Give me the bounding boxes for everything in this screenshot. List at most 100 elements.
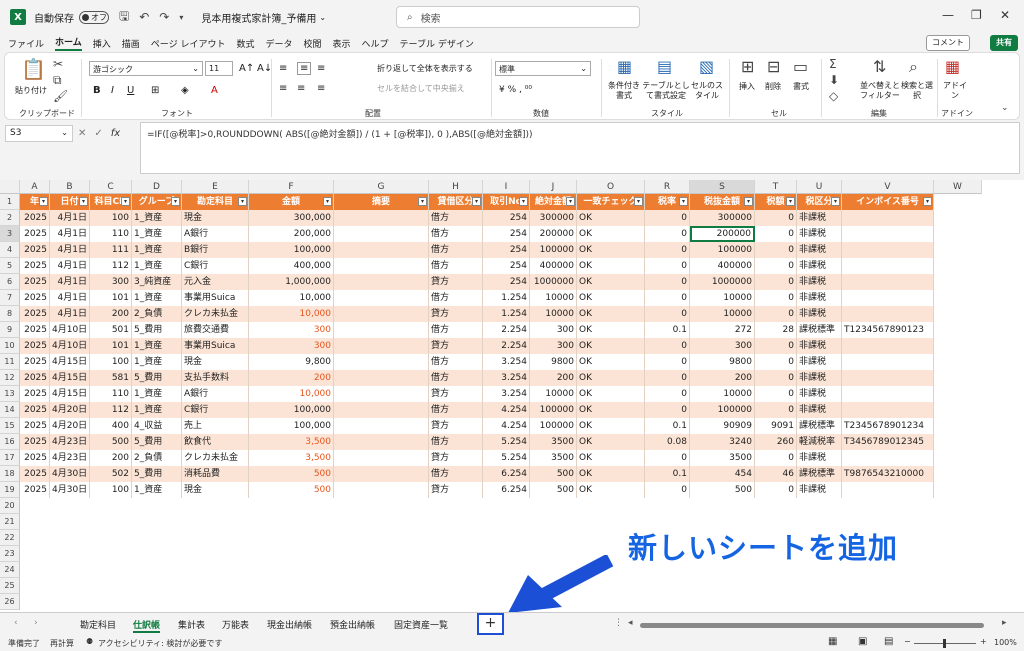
filter-dropdown-icon[interactable]: ▾ xyxy=(923,197,932,206)
table-cell[interactable]: 0 xyxy=(645,242,690,258)
table-cell[interactable]: 9800 xyxy=(530,354,577,370)
table-cell[interactable]: 非課税 xyxy=(797,482,842,498)
fill-color-icon[interactable]: ◈ xyxy=(181,85,189,96)
table-cell[interactable]: 4月1日 xyxy=(50,210,90,226)
table-cell[interactable]: OK xyxy=(577,386,645,402)
table-cell[interactable]: 貸方 xyxy=(429,386,483,402)
clear-icon[interactable]: ◇ xyxy=(829,89,838,103)
table-cell[interactable]: 100000 xyxy=(530,418,577,434)
table-cell[interactable]: 454 xyxy=(690,466,755,482)
table-cell[interactable]: 5_費用 xyxy=(132,322,182,338)
table-cell[interactable]: 100000 xyxy=(530,242,577,258)
insert-function-icon[interactable]: fx xyxy=(111,128,120,139)
font-size-select[interactable]: 11 xyxy=(205,61,233,76)
column-header[interactable]: U xyxy=(797,180,842,194)
table-cell[interactable]: 10000 xyxy=(530,306,577,322)
copy-icon[interactable]: ⧉ xyxy=(53,73,62,88)
table-cell[interactable]: OK xyxy=(577,226,645,242)
filter-dropdown-icon[interactable]: ▾ xyxy=(472,197,481,206)
scroll-left-icon[interactable]: ◂ xyxy=(628,618,633,628)
tab-review[interactable]: 校閲 xyxy=(304,37,322,50)
zoom-out-icon[interactable]: − xyxy=(904,637,911,646)
table-cell[interactable] xyxy=(334,386,429,402)
table-cell[interactable]: 110 xyxy=(90,226,132,242)
format-as-table-icon[interactable]: ▤ xyxy=(657,57,672,76)
table-cell[interactable]: 1_資産 xyxy=(132,354,182,370)
table-cell[interactable] xyxy=(842,354,934,370)
status-recalc[interactable]: 再計算 xyxy=(50,638,74,649)
table-cell[interactable]: 3500 xyxy=(530,450,577,466)
table-cell[interactable]: 貸方 xyxy=(429,274,483,290)
table-cell[interactable]: 4月15日 xyxy=(50,386,90,402)
wrap-text-button[interactable]: 折り返して全体を表示する xyxy=(377,63,473,74)
table-cell[interactable]: 4月1日 xyxy=(50,242,90,258)
align-center-icon[interactable]: ≡ xyxy=(297,83,305,94)
filter-dropdown-icon[interactable]: ▾ xyxy=(323,197,332,206)
row-header[interactable]: 25 xyxy=(0,578,20,594)
font-name-select[interactable]: 游ゴシック ⌄ xyxy=(89,61,203,76)
table-cell[interactable] xyxy=(842,210,934,226)
table-cell[interactable]: OK xyxy=(577,290,645,306)
zoom-level[interactable]: 100% xyxy=(994,638,1017,647)
border-icon[interactable]: ⊞ xyxy=(151,85,159,96)
close-icon[interactable]: ✕ xyxy=(1000,8,1010,22)
cell-style-button[interactable]: セルのスタイル xyxy=(689,81,725,101)
tab-help[interactable]: ヘルプ xyxy=(362,37,389,50)
table-cell[interactable]: 非課税 xyxy=(797,338,842,354)
row-header[interactable]: 8 xyxy=(0,306,20,322)
table-cell[interactable]: 2_負債 xyxy=(132,306,182,322)
table-cell[interactable] xyxy=(334,210,429,226)
merge-center-button[interactable]: セルを結合して中央揃え xyxy=(377,83,465,94)
tab-view[interactable]: 表示 xyxy=(333,37,351,50)
filter-dropdown-icon[interactable]: ▾ xyxy=(238,197,247,206)
more-options-icon[interactable]: ⋮ xyxy=(614,618,623,628)
table-cell[interactable] xyxy=(334,450,429,466)
table-cell[interactable]: 3,500 xyxy=(249,450,334,466)
table-cell[interactable]: A銀行 xyxy=(182,386,249,402)
table-cell[interactable]: 10000 xyxy=(530,290,577,306)
table-cell[interactable]: 101 xyxy=(90,338,132,354)
table-cell[interactable]: 非課税 xyxy=(797,258,842,274)
table-cell[interactable]: 借方 xyxy=(429,210,483,226)
table-cell[interactable] xyxy=(842,482,934,498)
table-cell[interactable]: 現金 xyxy=(182,354,249,370)
table-cell[interactable]: 非課税 xyxy=(797,402,842,418)
table-cell[interactable] xyxy=(842,306,934,322)
table-cell[interactable]: 0 xyxy=(645,306,690,322)
row-header[interactable]: 19 xyxy=(0,482,20,498)
table-cell[interactable]: 0 xyxy=(755,450,797,466)
insert-cells-icon[interactable]: ⊞ xyxy=(741,57,754,76)
table-header-cell[interactable]: 年 ▾ xyxy=(20,194,50,210)
column-header[interactable]: C xyxy=(90,180,132,194)
row-header[interactable]: 20 xyxy=(0,498,20,514)
autosave-toggle[interactable]: オフ xyxy=(79,10,109,24)
table-cell[interactable]: 軽減税率 xyxy=(797,434,842,450)
prev-sheet-icon[interactable]: ‹ xyxy=(14,618,18,628)
table-cell[interactable]: 300 xyxy=(249,322,334,338)
table-cell[interactable] xyxy=(334,434,429,450)
table-cell[interactable]: 1000000 xyxy=(530,274,577,290)
table-cell[interactable]: 借方 xyxy=(429,370,483,386)
search-box[interactable]: ⌕ 検索 xyxy=(396,6,640,28)
table-header-cell[interactable]: 勘定科目 ▾ xyxy=(182,194,249,210)
table-cell[interactable]: 非課税 xyxy=(797,274,842,290)
align-bottom-icon[interactable]: ≡ xyxy=(317,63,325,74)
cut-icon[interactable]: ✂ xyxy=(53,57,63,71)
table-header-cell[interactable]: 摘要 ▾ xyxy=(334,194,429,210)
row-header[interactable]: 5 xyxy=(0,258,20,274)
tab-page-layout[interactable]: ページ レイアウト xyxy=(151,37,226,50)
column-header[interactable]: A xyxy=(20,180,50,194)
table-cell[interactable]: 事業用Suica xyxy=(182,290,249,306)
table-header-cell[interactable]: 一致チェック ▾ xyxy=(577,194,645,210)
table-cell[interactable]: 112 xyxy=(90,402,132,418)
table-cell[interactable]: 0 xyxy=(755,306,797,322)
table-cell[interactable]: 260 xyxy=(755,434,797,450)
row-header[interactable]: 3 xyxy=(0,226,20,242)
table-cell[interactable]: 10000 xyxy=(690,386,755,402)
table-cell[interactable]: 272 xyxy=(690,322,755,338)
table-cell[interactable]: 300 xyxy=(90,274,132,290)
table-cell[interactable]: 3240 xyxy=(690,434,755,450)
table-cell[interactable]: 非課税 xyxy=(797,354,842,370)
row-header[interactable]: 1 xyxy=(0,194,20,210)
table-cell[interactable] xyxy=(842,338,934,354)
